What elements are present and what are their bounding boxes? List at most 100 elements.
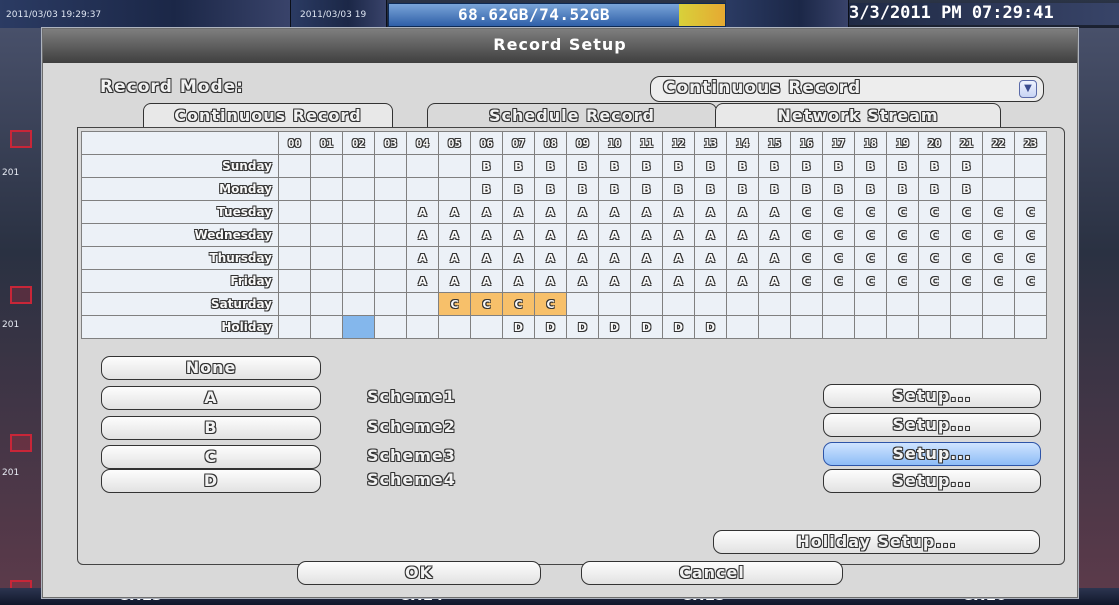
schedule-cell[interactable]: C <box>790 269 823 293</box>
schedule-cell[interactable] <box>790 315 823 339</box>
schedule-cell[interactable] <box>982 154 1015 178</box>
schedule-cell[interactable]: A <box>534 200 567 224</box>
schedule-cell[interactable]: A <box>726 269 759 293</box>
schedule-cell[interactable]: A <box>694 246 727 270</box>
schedule-cell[interactable] <box>278 154 311 178</box>
tab-schedule-record[interactable]: Schedule Record <box>427 103 717 128</box>
schedule-cell[interactable]: A <box>406 200 439 224</box>
schedule-cell[interactable]: C <box>1014 246 1047 270</box>
schedule-cell[interactable] <box>342 154 375 178</box>
schedule-cell[interactable]: B <box>790 154 823 178</box>
schedule-cell[interactable]: A <box>694 223 727 247</box>
schedule-cell[interactable]: D <box>502 315 535 339</box>
schedule-cell[interactable]: B <box>822 154 855 178</box>
schedule-cell[interactable] <box>918 315 951 339</box>
schedule-cell[interactable]: A <box>470 200 503 224</box>
schedule-cell[interactable] <box>982 177 1015 201</box>
schedule-cell[interactable]: A <box>662 223 695 247</box>
schedule-cell[interactable]: C <box>1014 269 1047 293</box>
schedule-cell[interactable] <box>310 223 343 247</box>
schedule-cell[interactable] <box>406 177 439 201</box>
schedule-cell[interactable]: C <box>822 200 855 224</box>
schedule-cell[interactable]: B <box>822 177 855 201</box>
scheme2-setup-button[interactable]: Setup... <box>823 413 1041 437</box>
schedule-cell[interactable]: C <box>1014 223 1047 247</box>
schedule-cell[interactable] <box>310 269 343 293</box>
schedule-cell[interactable] <box>854 292 887 316</box>
schedule-cell[interactable] <box>438 315 471 339</box>
schedule-cell[interactable] <box>342 246 375 270</box>
schedule-cell[interactable] <box>278 200 311 224</box>
schedule-cell[interactable]: C <box>886 246 919 270</box>
schedule-cell[interactable]: B <box>566 154 599 178</box>
schedule-cell[interactable]: C <box>854 246 887 270</box>
schedule-cell[interactable]: B <box>502 154 535 178</box>
schedule-cell[interactable]: B <box>630 177 663 201</box>
schedule-cell[interactable]: A <box>566 269 599 293</box>
schedule-cell[interactable]: A <box>598 200 631 224</box>
schedule-cell[interactable]: A <box>630 246 663 270</box>
schedule-cell[interactable]: A <box>502 246 535 270</box>
schedule-cell[interactable]: A <box>726 200 759 224</box>
schedule-cell[interactable]: A <box>566 246 599 270</box>
schedule-cell[interactable] <box>278 269 311 293</box>
none-button[interactable]: None <box>101 356 321 380</box>
schedule-cell[interactable]: B <box>918 154 951 178</box>
schedule-cell[interactable]: C <box>470 292 503 316</box>
schedule-cell[interactable] <box>278 292 311 316</box>
holiday-setup-button[interactable]: Holiday Setup... <box>713 530 1040 554</box>
schedule-cell[interactable]: B <box>662 154 695 178</box>
schedule-cell[interactable] <box>1014 315 1047 339</box>
schedule-cell[interactable]: C <box>950 223 983 247</box>
schedule-cell[interactable] <box>950 315 983 339</box>
schedule-cell[interactable]: D <box>598 315 631 339</box>
schedule-cell[interactable]: A <box>694 269 727 293</box>
schedule-cell[interactable]: A <box>502 200 535 224</box>
schedule-cell[interactable]: A <box>630 269 663 293</box>
schedule-cell[interactable] <box>662 292 695 316</box>
schedule-cell[interactable] <box>310 177 343 201</box>
chevron-down-icon[interactable]: ▼ <box>1019 80 1037 98</box>
schedule-cell[interactable]: C <box>982 269 1015 293</box>
schedule-cell[interactable]: A <box>406 269 439 293</box>
schedule-cell[interactable] <box>758 292 791 316</box>
schedule-cell[interactable] <box>694 292 727 316</box>
schedule-cell[interactable]: B <box>726 154 759 178</box>
schedule-cell[interactable]: A <box>438 269 471 293</box>
schedule-cell[interactable]: B <box>918 177 951 201</box>
schedule-cell[interactable]: A <box>758 246 791 270</box>
schedule-cell[interactable]: C <box>502 292 535 316</box>
schedule-cell[interactable]: A <box>662 269 695 293</box>
schedule-cell[interactable] <box>726 292 759 316</box>
schedule-cell[interactable]: A <box>598 246 631 270</box>
schedule-cell[interactable]: D <box>630 315 663 339</box>
schedule-cell[interactable] <box>726 315 759 339</box>
schedule-cell[interactable] <box>374 269 407 293</box>
schedule-cell[interactable]: A <box>534 246 567 270</box>
schedule-cell[interactable] <box>278 315 311 339</box>
schedule-cell[interactable]: D <box>566 315 599 339</box>
scheme-a-button[interactable]: A <box>101 386 321 410</box>
schedule-cell[interactable]: C <box>534 292 567 316</box>
schedule-cell[interactable]: A <box>630 223 663 247</box>
schedule-cell[interactable] <box>598 292 631 316</box>
schedule-cell[interactable] <box>886 315 919 339</box>
schedule-cell[interactable]: A <box>502 223 535 247</box>
schedule-cell[interactable] <box>342 177 375 201</box>
schedule-cell[interactable]: D <box>662 315 695 339</box>
schedule-cell[interactable] <box>982 315 1015 339</box>
scheme1-setup-button[interactable]: Setup... <box>823 384 1041 408</box>
schedule-cell[interactable] <box>342 200 375 224</box>
schedule-cell[interactable]: A <box>438 246 471 270</box>
tab-network-stream[interactable]: Network Stream <box>715 103 1001 129</box>
schedule-cell[interactable]: B <box>598 154 631 178</box>
schedule-cell[interactable] <box>374 315 407 339</box>
scheme-d-button[interactable]: D <box>101 469 321 493</box>
schedule-cell[interactable]: A <box>534 269 567 293</box>
schedule-cell[interactable]: C <box>822 246 855 270</box>
schedule-cell[interactable]: C <box>918 200 951 224</box>
schedule-cell[interactable] <box>630 292 663 316</box>
schedule-cell[interactable]: C <box>822 223 855 247</box>
schedule-cell[interactable] <box>950 292 983 316</box>
schedule-cell[interactable] <box>1014 292 1047 316</box>
